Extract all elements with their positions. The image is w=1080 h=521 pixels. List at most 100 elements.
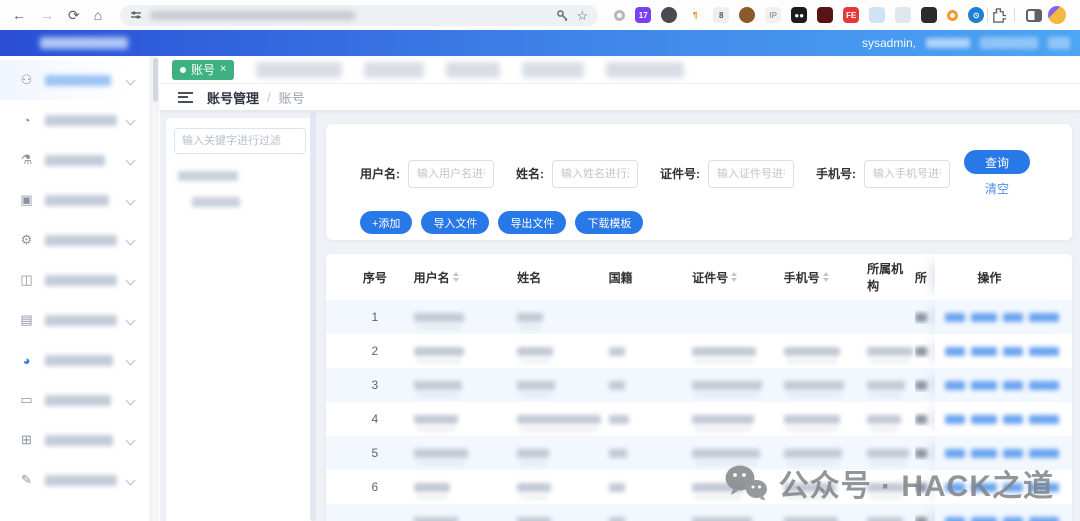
- side-panel-icon[interactable]: [1026, 9, 1042, 22]
- sidebar-item-monitor[interactable]: ◕: [0, 340, 150, 380]
- filter-panel-scrollbar[interactable]: [310, 112, 316, 521]
- tab-redacted[interactable]: [256, 62, 342, 78]
- password-key-icon[interactable]: [556, 9, 569, 22]
- tree-node-redacted[interactable]: [178, 171, 238, 181]
- ext-calendar-17-icon[interactable]: 17: [635, 7, 651, 23]
- sidebar-item-org[interactable]: ◫: [0, 260, 150, 300]
- refresh-icon[interactable]: ⟳: [68, 8, 80, 22]
- action-link-redacted[interactable]: [1029, 449, 1059, 458]
- ext-black-square-icon[interactable]: [921, 7, 937, 23]
- import-file-button[interactable]: 导入文件: [421, 211, 489, 234]
- sidebar-item-history[interactable]: ◔: [0, 100, 150, 140]
- add-button[interactable]: +添加: [360, 211, 412, 234]
- sort-icon[interactable]: [453, 272, 459, 282]
- ext-shield-icon[interactable]: [817, 7, 833, 23]
- ext-search-icon[interactable]: [947, 10, 958, 21]
- bookmark-star-icon[interactable]: ☆: [577, 9, 589, 22]
- tab-redacted[interactable]: [446, 62, 500, 78]
- sort-icon[interactable]: [731, 272, 737, 282]
- action-link-redacted[interactable]: [945, 347, 965, 356]
- id-number-label: 证件号:: [660, 165, 700, 182]
- sidebar-item-edit[interactable]: ✎: [0, 460, 150, 500]
- chevron-down-icon: [126, 475, 136, 485]
- breadcrumb-root[interactable]: 账号管理: [207, 88, 259, 107]
- ext-mask-icon[interactable]: ⊙: [968, 7, 984, 23]
- action-link-redacted[interactable]: [945, 517, 965, 521]
- sidebar-item-card[interactable]: ▣: [0, 180, 150, 220]
- ext-eyes-icon[interactable]: ●●: [791, 7, 807, 23]
- tree-node-redacted[interactable]: [192, 197, 240, 207]
- action-link-redacted[interactable]: [971, 517, 997, 521]
- sidebar-item-apps[interactable]: ⊞: [0, 420, 150, 460]
- ext-badge-8-icon[interactable]: 8: [713, 7, 729, 23]
- close-icon[interactable]: ×: [220, 64, 226, 75]
- query-button[interactable]: 查询: [964, 150, 1030, 174]
- action-link-redacted[interactable]: [1003, 449, 1023, 458]
- action-link-redacted[interactable]: [1003, 381, 1023, 390]
- action-link-redacted[interactable]: [945, 313, 965, 322]
- sidebar-item-label-redacted: [45, 75, 111, 86]
- forward-icon[interactable]: →: [40, 8, 54, 22]
- action-link-redacted[interactable]: [971, 381, 997, 390]
- action-link-redacted[interactable]: [1003, 517, 1023, 521]
- phone-field[interactable]: [864, 160, 950, 188]
- tab-redacted[interactable]: [606, 62, 684, 78]
- action-link-redacted[interactable]: [1029, 313, 1059, 322]
- action-link-redacted[interactable]: [1029, 381, 1059, 390]
- home-icon[interactable]: ⌂: [94, 8, 102, 22]
- name-field[interactable]: [552, 160, 638, 188]
- cell-organization: [853, 378, 915, 392]
- cell-username: [400, 344, 503, 358]
- action-link-redacted[interactable]: [971, 347, 997, 356]
- clear-link[interactable]: 清空: [985, 180, 1009, 197]
- action-link-redacted[interactable]: [1003, 347, 1023, 356]
- content-area: 用户名: 姓名: 证件号: 手机号: 查询 清空: [160, 110, 1080, 521]
- tab-account-active[interactable]: 账号 ×: [172, 60, 234, 80]
- sidebar-item-document[interactable]: ▤: [0, 300, 150, 340]
- collapse-menu-icon[interactable]: [178, 92, 193, 103]
- ext-pilcrow-icon[interactable]: ¶: [687, 7, 703, 23]
- action-link-redacted[interactable]: [945, 449, 965, 458]
- chevron-down-icon: [126, 395, 136, 405]
- ext-ip-icon[interactable]: IP: [765, 7, 781, 23]
- header-menu-redacted[interactable]: [980, 37, 1038, 49]
- ext-hat-icon[interactable]: [661, 7, 677, 23]
- export-file-button[interactable]: 导出文件: [498, 211, 566, 234]
- ext-circle-icon[interactable]: [614, 10, 625, 21]
- id-number-field[interactable]: [708, 160, 794, 188]
- action-link-redacted[interactable]: [1029, 517, 1059, 521]
- sort-icon[interactable]: [823, 272, 829, 282]
- back-icon[interactable]: ←: [12, 8, 26, 22]
- address-bar[interactable]: ☆: [120, 5, 598, 26]
- col-header-clipped: 所: [915, 269, 935, 286]
- ext-cookie-icon[interactable]: [739, 7, 755, 23]
- action-link-redacted[interactable]: [1029, 415, 1059, 424]
- ext-fe-icon[interactable]: FE: [843, 7, 859, 23]
- action-link-redacted[interactable]: [945, 381, 965, 390]
- action-link-redacted[interactable]: [1029, 347, 1059, 356]
- download-template-button[interactable]: 下载模板: [575, 211, 643, 234]
- cell-index: 4: [350, 412, 400, 426]
- action-link-redacted[interactable]: [1003, 313, 1023, 322]
- app-logo: [40, 37, 128, 49]
- tab-redacted[interactable]: [522, 62, 584, 78]
- username-field[interactable]: [408, 160, 494, 188]
- extensions-puzzle-icon[interactable]: [991, 8, 1006, 23]
- sidebar-item-settings[interactable]: ⚙: [0, 220, 150, 260]
- tab-redacted[interactable]: [364, 62, 424, 78]
- sidebar-item-video[interactable]: ▭: [0, 380, 150, 420]
- sidebar-item-users[interactable]: ⚇: [0, 60, 150, 100]
- filter-keyword-input[interactable]: [174, 128, 306, 154]
- action-link-redacted[interactable]: [1003, 415, 1023, 424]
- site-settings-icon[interactable]: [130, 9, 142, 21]
- sidebar-scrollbar-thumb[interactable]: [153, 58, 158, 102]
- action-link-redacted[interactable]: [971, 313, 997, 322]
- ext-person-light-icon[interactable]: [869, 7, 885, 23]
- action-link-redacted[interactable]: [971, 415, 997, 424]
- action-link-redacted[interactable]: [945, 415, 965, 424]
- sidebar-item-experiment[interactable]: ⚗: [0, 140, 150, 180]
- profile-avatar[interactable]: [1048, 6, 1066, 24]
- ext-person-gray-icon[interactable]: [895, 7, 911, 23]
- action-link-redacted[interactable]: [971, 449, 997, 458]
- header-menu-redacted[interactable]: [1048, 37, 1070, 49]
